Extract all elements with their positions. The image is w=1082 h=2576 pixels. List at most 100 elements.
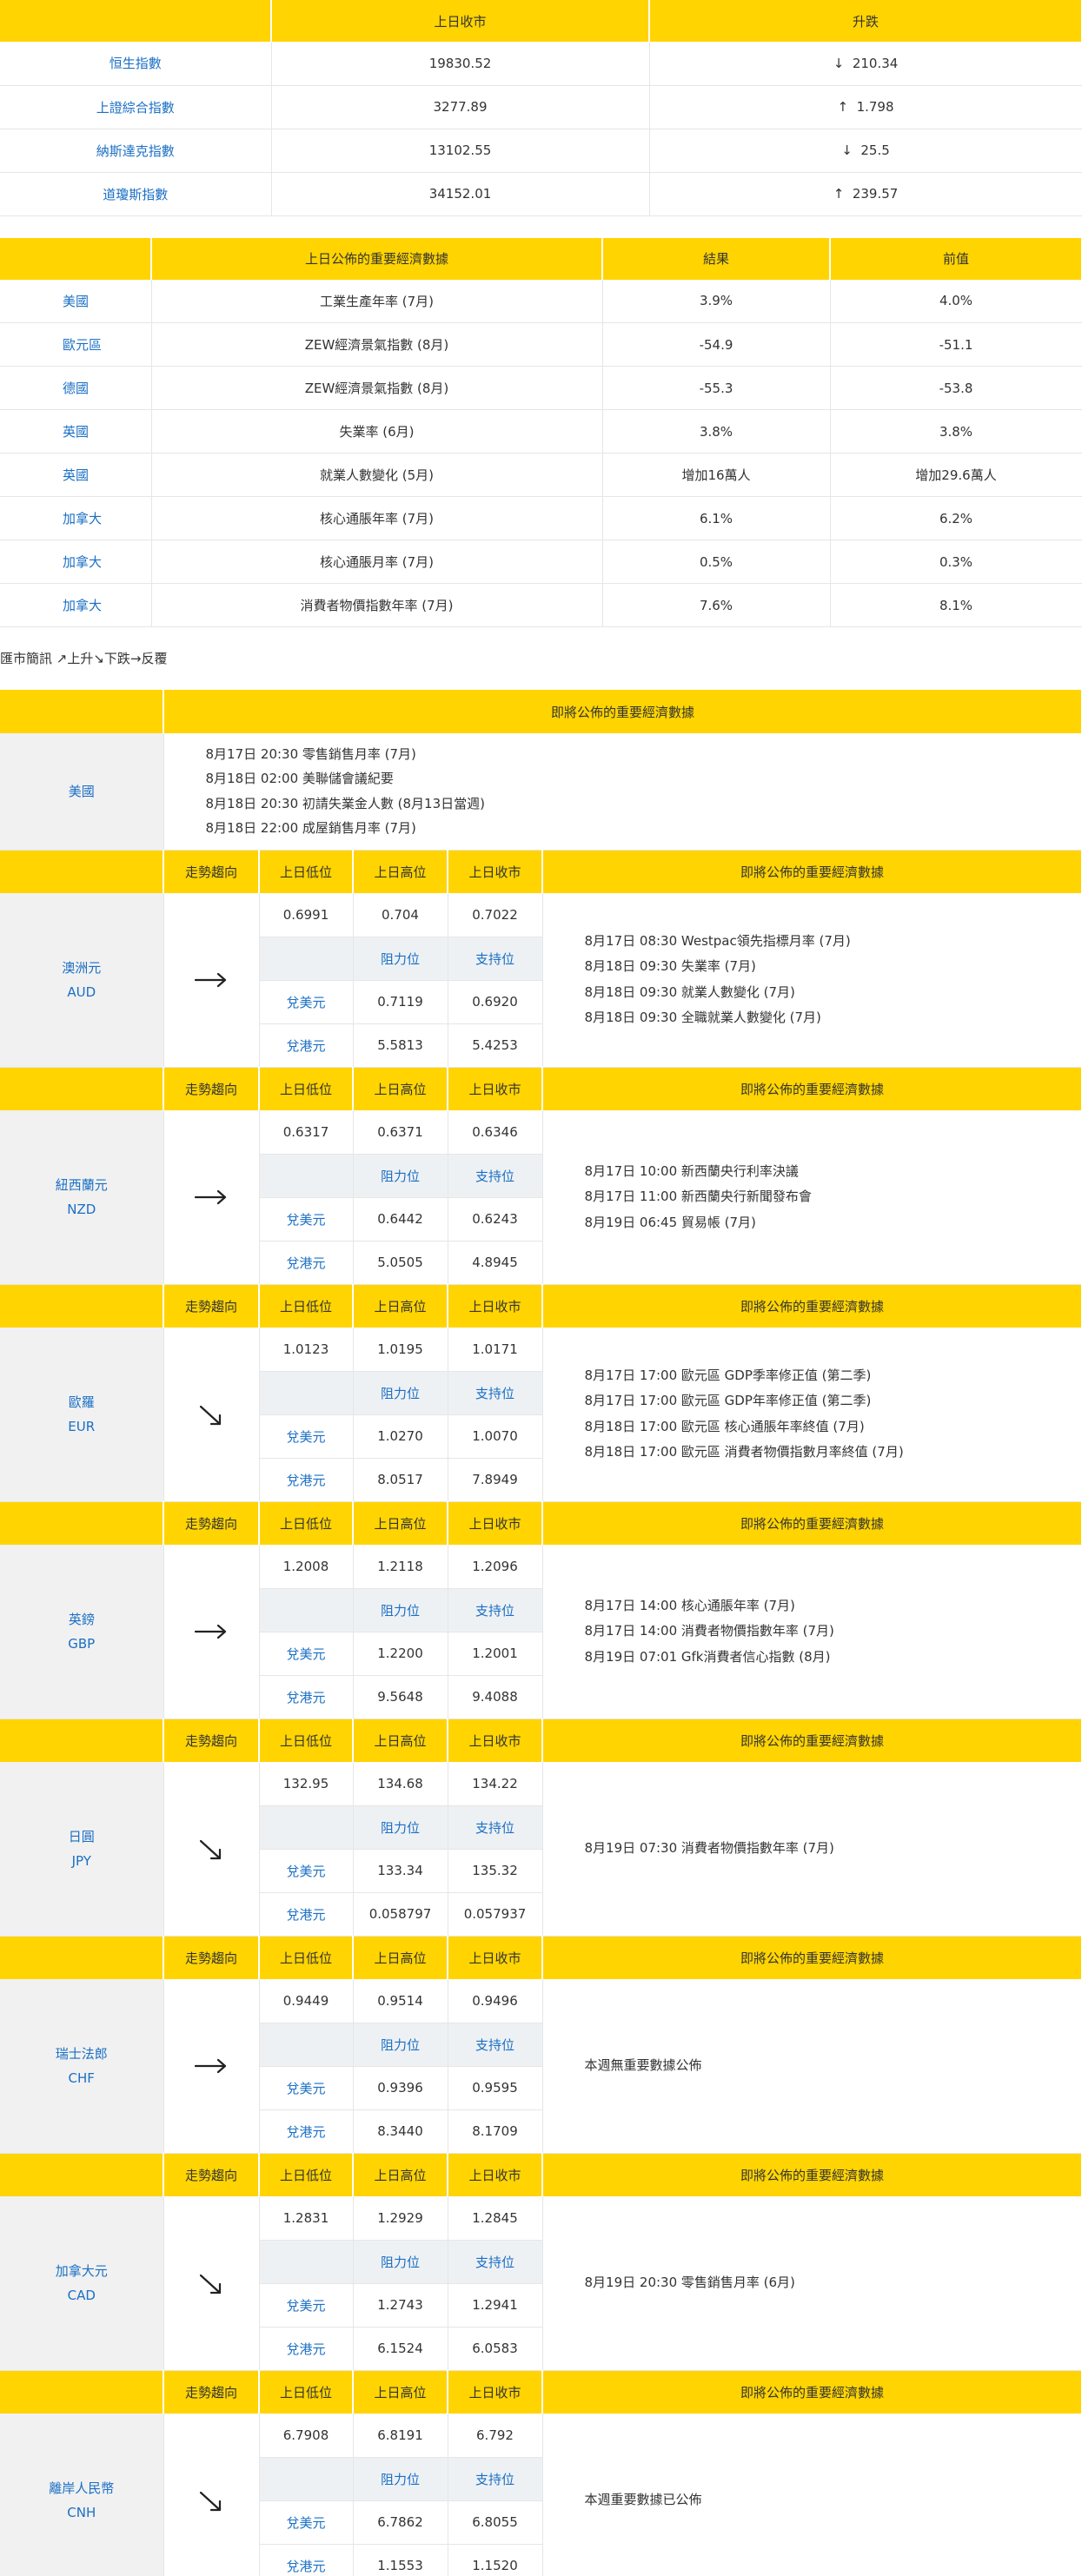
index-row: 上證綜合指數 3277.89 ↑ 1.798 xyxy=(0,85,1082,129)
trend-cell xyxy=(163,1979,260,2154)
arrow-down-right-icon xyxy=(164,1834,259,1864)
header-high: 上日高位 xyxy=(353,1067,448,1110)
usd-resistance: 1.0270 xyxy=(353,1414,448,1459)
index-row: 納斯達克指數 13102.55 ↓ 25.5 xyxy=(0,129,1082,173)
econ-prev: -53.8 xyxy=(830,366,1082,410)
resistance-label: 阻力位 xyxy=(353,2023,448,2067)
hkd-support: 6.0583 xyxy=(448,2327,543,2371)
hkd-resistance: 5.5813 xyxy=(353,1023,448,1068)
currency-code: CNH xyxy=(67,2504,96,2520)
support-label: 支持位 xyxy=(448,2023,543,2067)
arrow-down-icon: ↓ xyxy=(833,55,845,71)
currency-header-row: 走勢趨向 上日低位 上日高位 上日收市 即將公佈的重要經濟數據 xyxy=(0,1718,1082,1762)
hkd-support: 9.4088 xyxy=(448,1675,543,1719)
econ-header-row: 上日公佈的重要經濟數據 結果 前值 xyxy=(0,237,1082,280)
prev-low: 132.95 xyxy=(259,1762,354,1806)
us-events-row: 美國 8月17日 20:30 零售銷售月率 (7月) 8月18日 02:00 美聯… xyxy=(0,733,1082,851)
currency-values-row: 歐羅 EUR 1.0123 1.0195 1.0171 8月17日 17:00 歐元區 G… xyxy=(0,1328,1082,1502)
vs-usd-label: 兌美元 xyxy=(259,2283,354,2328)
header-low: 上日低位 xyxy=(259,2153,354,2196)
prev-high: 6.8191 xyxy=(353,2414,448,2458)
hkd-support: 4.8945 xyxy=(448,1241,543,1285)
support-label: 支持位 xyxy=(448,1371,543,1415)
index-close: 19830.52 xyxy=(271,42,650,86)
econ-header-item: 上日公佈的重要經濟數據 xyxy=(151,237,603,280)
currency-event-line: 8月18日 09:30 失業率 (7月) xyxy=(584,958,756,975)
currency-header-blank xyxy=(0,2153,164,2196)
hkd-resistance: 1.1553 xyxy=(353,2544,448,2576)
header-high: 上日高位 xyxy=(353,1501,448,1545)
index-close: 13102.55 xyxy=(271,129,650,173)
header-close: 上日收市 xyxy=(448,2153,543,2196)
levels-blank xyxy=(259,2457,354,2501)
currency-name-cell[interactable]: 離岸人民幣 CNH xyxy=(0,2414,164,2576)
arrow-up-icon: ↑ xyxy=(837,99,849,115)
index-change-value: 239.57 xyxy=(852,186,899,202)
currency-name-cell[interactable]: 澳洲元 AUD xyxy=(0,893,164,1068)
prev-low: 1.0123 xyxy=(259,1328,354,1372)
prev-high: 1.0195 xyxy=(353,1328,448,1372)
us-events-cell: 8月17日 20:30 零售銷售月率 (7月) 8月18日 02:00 美聯儲會議… xyxy=(163,733,1082,851)
hkd-support: 0.057937 xyxy=(448,1892,543,1937)
support-label: 支持位 xyxy=(448,2240,543,2284)
header-trend: 走勢趨向 xyxy=(163,850,260,893)
hkd-resistance: 8.0517 xyxy=(353,1458,448,1502)
currency-events-cell: 本週無重要數據公佈 xyxy=(542,1979,1082,2154)
header-low: 上日低位 xyxy=(259,1284,354,1328)
index-name[interactable]: 恒生指數 xyxy=(0,42,272,86)
arrow-right-icon xyxy=(164,1182,259,1212)
currency-name-cell[interactable]: 加拿大元 CAD xyxy=(0,2196,164,2371)
trend-cell xyxy=(163,1762,260,1937)
header-high: 上日高位 xyxy=(353,2153,448,2196)
econ-prev: 0.3% xyxy=(830,540,1082,584)
header-low: 上日低位 xyxy=(259,1067,354,1110)
header-upcoming-events: 即將公佈的重要經濟數據 xyxy=(542,850,1082,893)
indices-table: 上日收市 升跌 恒生指數 19830.52 ↓ 210.34 上證綜合指數 3277.8… xyxy=(0,0,1082,216)
prev-low: 1.2008 xyxy=(259,1545,354,1589)
currency-event-line: 8月18日 09:30 就業人數變化 (7月) xyxy=(584,983,795,1000)
currency-header-blank xyxy=(0,1718,164,1762)
usd-support: 1.2941 xyxy=(448,2283,543,2328)
header-high: 上日高位 xyxy=(353,2370,448,2414)
header-trend: 走勢趨向 xyxy=(163,2153,260,2196)
header-high: 上日高位 xyxy=(353,1284,448,1328)
currency-name: 離岸人民幣 xyxy=(49,2480,115,2496)
header-upcoming-events: 即將公佈的重要經濟數據 xyxy=(542,2370,1082,2414)
header-upcoming-events: 即將公佈的重要經濟數據 xyxy=(542,1501,1082,1545)
currency-event-line: 本週無重要數據公佈 xyxy=(584,2057,702,2073)
levels-blank xyxy=(259,1154,354,1198)
econ-body: 美國 工業生產年率 (7月) 3.9% 4.0% 歐元區 ZEW經濟景氣指數 (8月) -5… xyxy=(0,279,1082,627)
prev-low: 0.6317 xyxy=(259,1110,354,1155)
index-name[interactable]: 道瓊斯指數 xyxy=(0,172,272,216)
currency-name-cell[interactable]: 紐西蘭元 NZD xyxy=(0,1110,164,1285)
us-country-label: 美國 xyxy=(0,733,164,851)
usd-resistance: 133.34 xyxy=(353,1849,448,1893)
index-name[interactable]: 上證綜合指數 xyxy=(0,85,272,129)
currency-values-row: 澳洲元 AUD 0.6991 0.704 0.7022 8月17日 08:30 Westp… xyxy=(0,893,1082,1068)
arrow-down-icon: ↓ xyxy=(841,142,853,158)
prev-high: 0.9514 xyxy=(353,1979,448,2023)
usd-resistance: 1.2743 xyxy=(353,2283,448,2328)
vs-usd-label: 兌美元 xyxy=(259,980,354,1024)
us-events-list: 8月17日 20:30 零售銷售月率 (7月) 8月18日 02:00 美聯儲會議… xyxy=(164,742,1082,841)
currency-events-cell: 8月19日 07:30 消費者物價指數年率 (7月) xyxy=(542,1762,1082,1937)
prev-low: 0.6991 xyxy=(259,893,354,937)
index-name[interactable]: 納斯達克指數 xyxy=(0,129,272,173)
usd-support: 0.9595 xyxy=(448,2066,543,2110)
prev-close: 0.6346 xyxy=(448,1110,543,1155)
trend-cell xyxy=(163,893,260,1068)
upcoming-header-row: 即將公佈的重要經濟數據 xyxy=(0,690,1082,733)
currency-name-cell[interactable]: 日圓 JPY xyxy=(0,1762,164,1937)
currency-events-cell: 8月17日 10:00 新西蘭央行利率決議 8月17日 11:00 新西蘭央行新聞… xyxy=(542,1110,1082,1285)
usd-resistance: 0.9396 xyxy=(353,2066,448,2110)
econ-row: 加拿大 核心通脹月率 (7月) 0.5% 0.3% xyxy=(0,540,1082,584)
currency-name-cell[interactable]: 瑞士法郎 CHF xyxy=(0,1979,164,2154)
currency-name-cell[interactable]: 英鎊 GBP xyxy=(0,1545,164,1719)
econ-result: -54.9 xyxy=(602,322,831,367)
currency-event-line: 8月17日 17:00 歐元區 GDP季率修正值 (第二季) xyxy=(584,1367,872,1383)
econ-prev: 增加29.6萬人 xyxy=(830,453,1082,497)
header-upcoming-events: 即將公佈的重要經濟數據 xyxy=(542,1284,1082,1328)
currency-name-cell[interactable]: 歐羅 EUR xyxy=(0,1328,164,1502)
header-high: 上日高位 xyxy=(353,850,448,893)
prev-close: 1.0171 xyxy=(448,1328,543,1372)
